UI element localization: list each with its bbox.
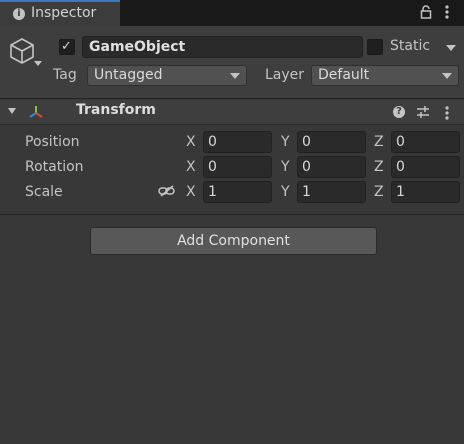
gameobject-name-field[interactable]: GameObject [82, 36, 363, 58]
rotation-y-field[interactable]: 0 [297, 156, 366, 178]
scale-y-field[interactable]: 1 [297, 181, 366, 203]
rotation-y-label[interactable]: Y [281, 159, 290, 175]
chevron-down-icon [442, 73, 452, 79]
add-component-button[interactable]: Add Component [90, 227, 377, 255]
layer-label: Layer [265, 67, 305, 83]
rotation-label[interactable]: Rotation [25, 159, 84, 175]
rotation-x-label[interactable]: X [186, 159, 196, 175]
scale-z-field[interactable]: 1 [391, 181, 460, 203]
gameobject-header: ✓ GameObject Static Tag Untagged Layer D… [0, 26, 464, 99]
foldout-arrow-icon[interactable] [8, 108, 16, 114]
tab-bar: i Inspector [0, 0, 464, 26]
help-icon[interactable]: ? [393, 106, 405, 118]
transform-header[interactable]: Transform ? [0, 100, 464, 125]
static-label: Static [390, 38, 431, 54]
position-label[interactable]: Position [25, 134, 80, 150]
tab-title: Inspector [31, 5, 97, 21]
tag-label: Tag [53, 67, 77, 83]
component-divider [0, 214, 464, 215]
position-y-field[interactable]: 0 [297, 131, 366, 153]
component-title: Transform [76, 102, 156, 118]
position-x-field[interactable]: 0 [203, 131, 272, 153]
position-y-label[interactable]: Y [281, 134, 290, 150]
presets-icon[interactable] [416, 105, 430, 123]
scale-y-label[interactable]: Y [281, 184, 290, 200]
transform-icon [28, 104, 44, 124]
scale-x-field[interactable]: 1 [203, 181, 272, 203]
tab-inspector[interactable]: i Inspector [0, 0, 120, 26]
scale-x-label[interactable]: X [186, 184, 196, 200]
position-z-label[interactable]: Z [374, 134, 384, 150]
static-checkbox[interactable] [367, 39, 383, 55]
tag-dropdown[interactable]: Untagged [87, 65, 247, 86]
chevron-down-icon [230, 73, 240, 79]
scale-label[interactable]: Scale [25, 184, 63, 200]
constrain-proportions-icon[interactable] [158, 184, 176, 202]
info-icon: i [13, 8, 25, 20]
checkmark-icon: ✓ [61, 39, 72, 54]
tag-value: Untagged [94, 67, 163, 83]
static-dropdown-chevron-icon[interactable] [446, 45, 456, 51]
component-menu-icon[interactable] [444, 105, 450, 125]
layer-dropdown[interactable]: Default [311, 65, 459, 86]
rotation-z-label[interactable]: Z [374, 159, 384, 175]
scale-z-label[interactable]: Z [374, 184, 384, 200]
position-z-field[interactable]: 0 [391, 131, 460, 153]
icon-picker-chevron-icon[interactable] [34, 61, 42, 66]
active-checkbox[interactable]: ✓ [59, 39, 75, 55]
lock-icon[interactable] [420, 5, 432, 23]
position-x-label[interactable]: X [186, 134, 196, 150]
gameobject-cube-icon[interactable] [8, 36, 36, 68]
rotation-z-field[interactable]: 0 [391, 156, 460, 178]
rotation-x-field[interactable]: 0 [203, 156, 272, 178]
tab-menu-icon[interactable] [444, 4, 450, 24]
layer-value: Default [318, 67, 370, 83]
